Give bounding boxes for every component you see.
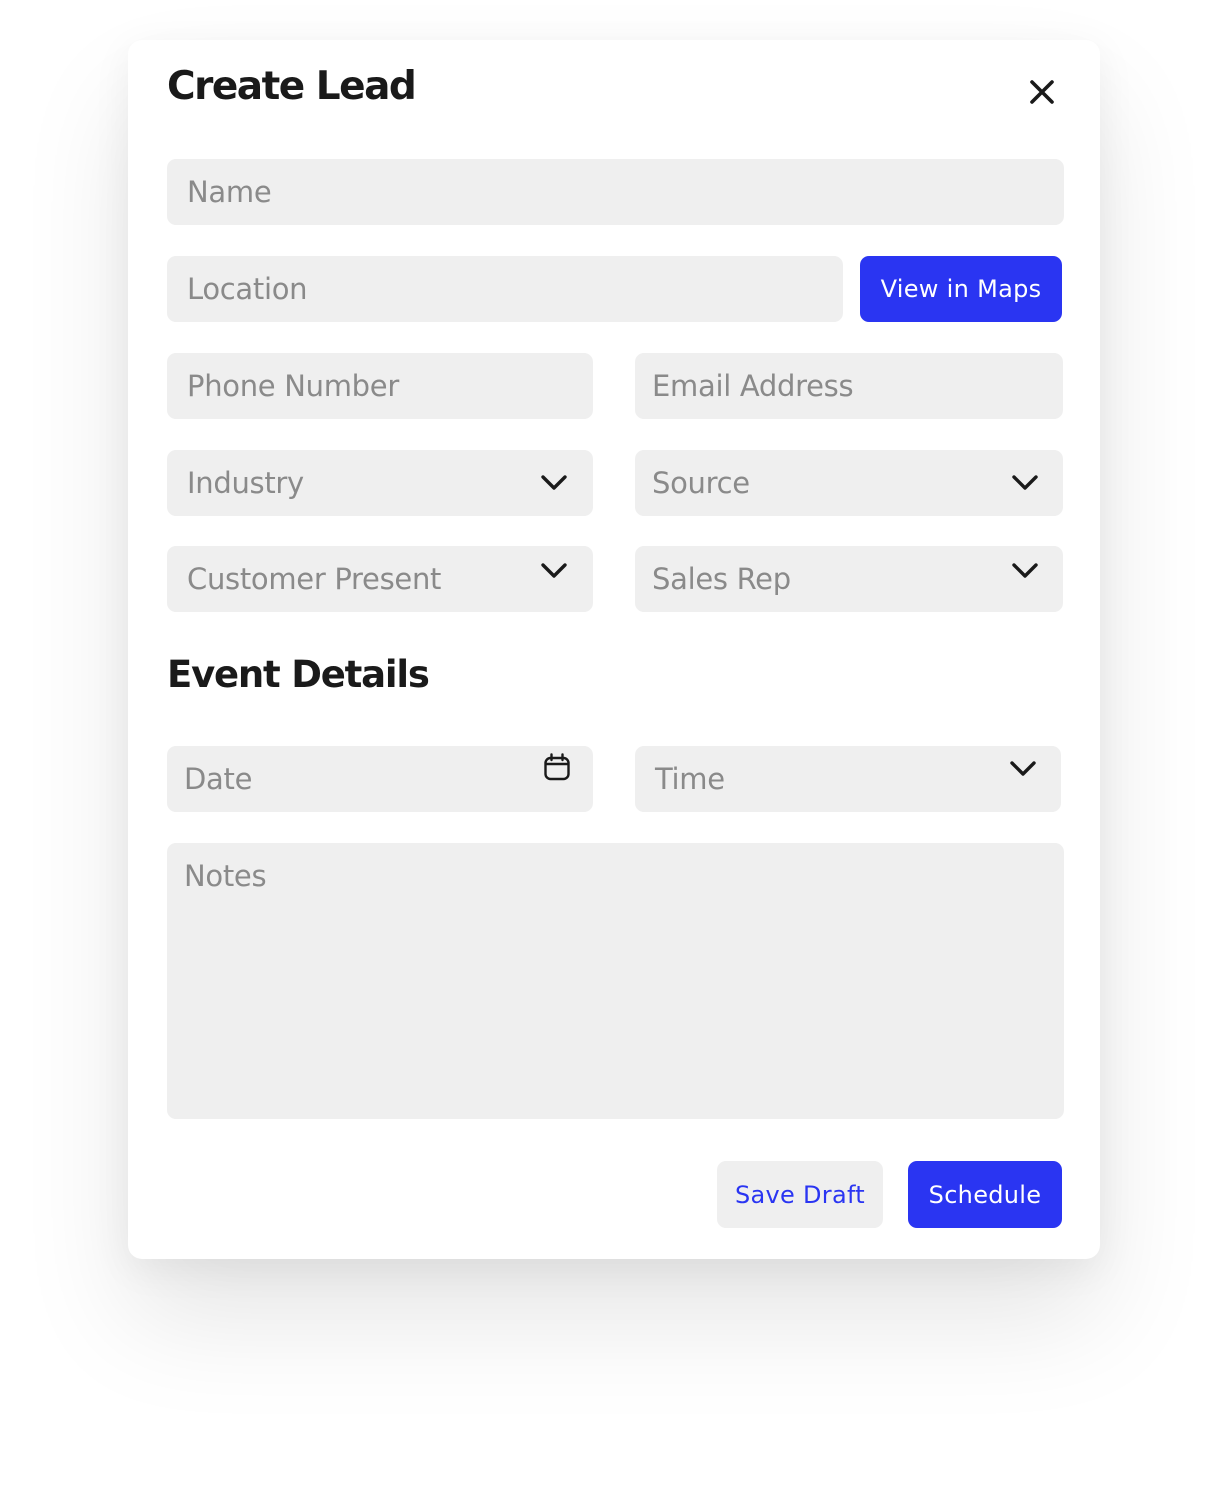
industry-select[interactable]: Industry: [167, 450, 593, 516]
phone-number-input[interactable]: Phone Number: [167, 353, 593, 419]
chevron-down-icon: [1012, 563, 1038, 578]
calendar-icon[interactable]: [543, 752, 571, 782]
event-details-heading: Event Details: [167, 653, 430, 696]
phone-placeholder: Phone Number: [187, 369, 399, 403]
source-select[interactable]: Source: [635, 450, 1063, 516]
location-placeholder: Location: [187, 272, 308, 306]
chevron-down-icon: [1012, 475, 1038, 490]
chevron-down-icon: [541, 475, 567, 490]
view-in-maps-button[interactable]: View in Maps: [860, 256, 1062, 322]
close-icon[interactable]: [1026, 76, 1058, 108]
name-input[interactable]: Name: [167, 159, 1064, 225]
modal-title: Create Lead: [167, 64, 417, 109]
save-draft-button[interactable]: Save Draft: [717, 1161, 883, 1228]
notes-textarea[interactable]: Notes: [167, 843, 1064, 1119]
location-input[interactable]: Location: [167, 256, 843, 322]
time-placeholder: Time: [655, 762, 725, 796]
customer-present-placeholder: Customer Present: [187, 562, 442, 596]
email-address-input[interactable]: Email Address: [635, 353, 1063, 419]
name-placeholder: Name: [187, 175, 272, 209]
source-placeholder: Source: [652, 466, 750, 500]
date-placeholder: Date: [184, 762, 253, 796]
date-input[interactable]: Date: [167, 746, 593, 812]
sales-rep-placeholder: Sales Rep: [652, 562, 791, 596]
chevron-down-icon: [1010, 761, 1036, 776]
email-placeholder: Email Address: [652, 369, 854, 403]
sales-rep-select[interactable]: Sales Rep: [635, 546, 1063, 612]
customer-present-select[interactable]: Customer Present: [167, 546, 593, 612]
time-select[interactable]: Time: [635, 746, 1061, 812]
chevron-down-icon: [541, 563, 567, 578]
create-lead-modal: Create Lead Name Location View in Maps P…: [128, 40, 1100, 1259]
schedule-button[interactable]: Schedule: [908, 1161, 1062, 1228]
industry-placeholder: Industry: [187, 466, 304, 500]
notes-placeholder: Notes: [184, 859, 267, 893]
